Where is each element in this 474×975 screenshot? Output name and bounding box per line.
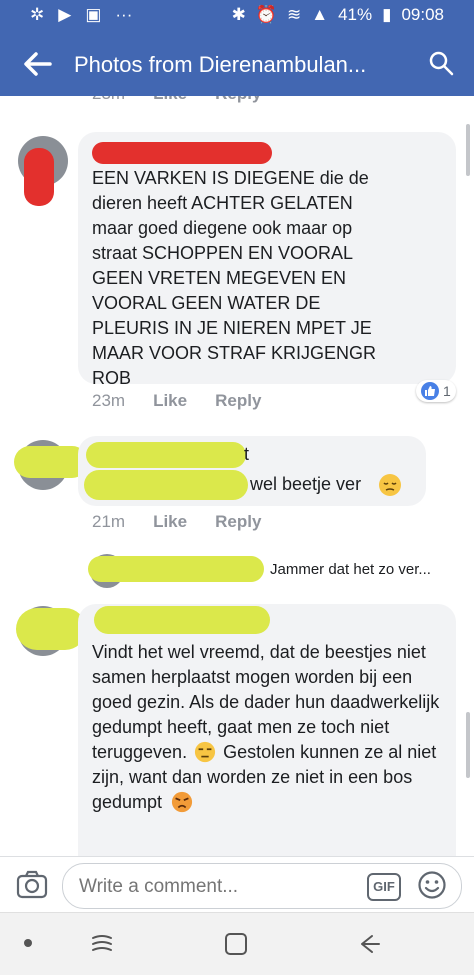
more-notifications: ··· — [115, 5, 133, 24]
search-icon[interactable] — [428, 50, 454, 76]
angry-face-emoji-icon — [171, 791, 193, 813]
redaction-mark — [24, 148, 54, 206]
comment-time: 23m — [92, 391, 126, 410]
redaction-mark — [16, 608, 86, 650]
unamused-face-emoji-icon — [195, 741, 216, 763]
nav-dot-icon — [24, 939, 32, 947]
battery-icon: ▮ — [382, 5, 392, 24]
battery-percent: 41% — [338, 5, 373, 24]
reply-preview-text[interactable]: Jammer dat het zo ver... — [270, 561, 431, 578]
comment-bubble[interactable]: Vindt het wel vreemd, dat de beestjes ni… — [78, 604, 456, 856]
comment-input[interactable] — [77, 873, 351, 901]
scrollbar-thumb[interactable] — [466, 124, 470, 176]
pinwheel-notification-icon: ✲ — [30, 5, 45, 24]
comment-field[interactable]: GIF — [62, 863, 462, 909]
commenter-name-fragment: t — [244, 444, 250, 464]
redaction-mark — [94, 606, 270, 634]
redaction-mark — [88, 556, 264, 582]
page-title: Photos from Dierenambulan... — [74, 52, 367, 77]
redaction-mark — [14, 446, 88, 478]
comment-text: wel beetje ver — [250, 474, 362, 494]
reply-button[interactable]: Reply — [215, 96, 261, 104]
back-nav-icon[interactable] — [354, 930, 382, 958]
comment-meta-top: 23m Like Reply — [92, 96, 261, 104]
comment-text: EEN VARKEN IS DIEGENE die de dieren heef… — [92, 168, 377, 388]
comment-text: Vindt het wel vreemd, dat de beestjes ni… — [92, 640, 452, 815]
comment-time: 23m — [92, 96, 125, 104]
comments-feed[interactable]: 23m Like Reply EEN VARKEN IS DIEGENE die… — [0, 96, 474, 856]
like-button[interactable]: Like — [153, 391, 187, 411]
comment-time: 21m — [92, 512, 126, 531]
comment-meta: 21m Like Reply — [92, 512, 261, 532]
scrollbar-thumb[interactable] — [466, 712, 470, 778]
comment-bubble[interactable]: t wel beetje ver — [78, 436, 426, 506]
reply-button[interactable]: Reply — [215, 512, 261, 532]
relieved-face-emoji-icon — [379, 474, 401, 496]
emoji-icon[interactable] — [417, 870, 447, 900]
like-button[interactable]: Like — [153, 512, 187, 532]
redaction-mark — [84, 470, 248, 500]
app-bar: Photos from Dierenambulan... — [0, 32, 474, 96]
thumbs-up-icon — [421, 382, 439, 400]
back-arrow-icon[interactable] — [22, 50, 52, 78]
comment-composer: GIF — [0, 856, 474, 913]
camera-icon[interactable] — [16, 869, 48, 899]
status-bar: ✲ ▶ ▣ ··· ✱ ⏰ ≋ ▲ 41% ▮ 09:08 — [0, 0, 474, 32]
redaction-mark — [92, 142, 272, 164]
gif-icon[interactable]: GIF — [367, 873, 401, 901]
recents-icon[interactable] — [88, 930, 116, 958]
reply-button[interactable]: Reply — [215, 391, 261, 411]
comment-bubble[interactable]: EEN VARKEN IS DIEGENE die de dieren heef… — [78, 132, 456, 388]
reaction-badge[interactable]: 1 — [416, 380, 456, 402]
redaction-mark — [86, 442, 246, 468]
android-nav-bar — [0, 912, 474, 975]
bluetooth-icon: ✱ — [231, 5, 246, 24]
youtube-notification-icon: ▣ — [85, 5, 102, 24]
reaction-count: 1 — [443, 383, 451, 399]
like-button[interactable]: Like — [153, 96, 187, 104]
play-store-notification-icon: ▶ — [58, 5, 72, 24]
alarm-icon: ⏰ — [255, 5, 277, 24]
comment-meta: 23m Like Reply — [92, 391, 261, 411]
signal-icon: ▲ — [311, 5, 329, 24]
home-icon[interactable] — [222, 930, 250, 958]
wifi-icon: ≋ — [286, 5, 302, 24]
clock: 09:08 — [401, 5, 444, 24]
